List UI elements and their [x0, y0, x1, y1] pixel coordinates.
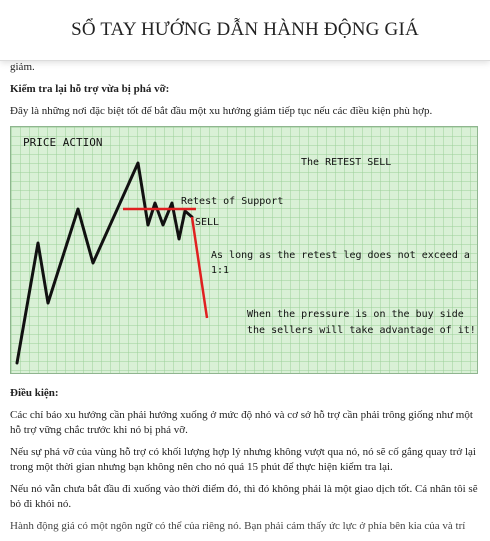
- pressure-note-line1: When the pressure is on the buy side: [247, 309, 464, 320]
- retest-support-label: Retest of Support: [181, 196, 284, 207]
- pressure-note-line2: the sellers will take advantage of it!: [247, 325, 476, 336]
- price-action-chart: PRICE ACTION The RETEST SELL Retest of S…: [10, 126, 478, 374]
- chart-title: PRICE ACTION: [23, 136, 103, 149]
- paragraph-4-partial: Hành động giá có một ngôn ngữ có thể của…: [10, 520, 466, 532]
- paragraph-1: Các chỉ báo xu hướng cần phải hướng xuốn…: [10, 409, 473, 436]
- cut-text-line: giảm.: [10, 61, 35, 73]
- paragraph-2: Nếu sự phá vỡ của vùng hỗ trợ có khối lư…: [10, 446, 476, 473]
- sell-label: SELL: [195, 217, 220, 228]
- paragraph-3: Nếu nó vẫn chưa bắt đầu đi xuống vào thờ…: [10, 483, 478, 510]
- ratio-note: As long as the retest leg does not excee…: [211, 250, 470, 276]
- page-header: SỔ TAY HƯỚNG DẪN HÀNH ĐỘNG GIÁ: [0, 0, 490, 61]
- page-title: SỔ TAY HƯỚNG DẪN HÀNH ĐỘNG GIÁ: [71, 19, 419, 40]
- section-heading-conditions: Điều kiện:: [10, 387, 59, 399]
- article-content: giảm. Kiểm tra lại hỗ trợ vừa bị phá vỡ:…: [10, 58, 480, 541]
- section-paragraph-retest: Đây là những nơi đặc biệt tốt để bắt đầu…: [10, 105, 433, 117]
- section-heading-retest: Kiểm tra lại hỗ trợ vừa bị phá vỡ:: [10, 83, 170, 95]
- retest-sell-label: The RETEST SELL: [301, 157, 392, 168]
